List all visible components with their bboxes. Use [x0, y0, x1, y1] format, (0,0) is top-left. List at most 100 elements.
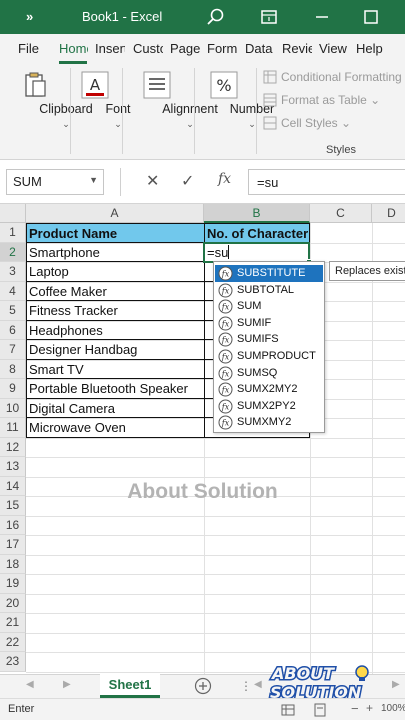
table-cell-product[interactable]: Portable Bluetooth Speaker	[26, 379, 205, 399]
page-layout-icon[interactable]	[313, 703, 327, 717]
active-cell-b2[interactable]: =su	[203, 242, 312, 265]
column-header-a[interactable]: A	[26, 204, 204, 223]
row-header-3[interactable]: 3	[0, 262, 26, 282]
quick-access-more[interactable]: »	[26, 9, 33, 24]
cancel-button[interactable]: ✕	[146, 171, 159, 191]
table-cell-product[interactable]: Smartphone	[26, 242, 205, 262]
minimize-icon[interactable]	[309, 4, 335, 30]
font-group[interactable]: A Font ⌄	[72, 64, 131, 160]
row-header-11[interactable]: 11	[0, 418, 26, 438]
row-header-4[interactable]: 4	[0, 281, 26, 301]
autocomplete-item[interactable]: fx SUMSQ	[215, 365, 323, 382]
clipboard-group[interactable]: Clipboard ⌄	[4, 64, 93, 160]
row-header-21[interactable]: 21	[0, 613, 26, 633]
autocomplete-item[interactable]: fx SUMX2MY2	[215, 381, 323, 398]
gridline-horizontal	[26, 535, 405, 536]
gridline-horizontal	[26, 476, 405, 478]
zoom-level[interactable]: 100%	[381, 703, 405, 714]
tab-page-layout[interactable]: Page	[170, 41, 200, 56]
table-cell-product[interactable]: Laptop	[26, 262, 205, 282]
row-header-2[interactable]: 2	[0, 242, 26, 262]
maximize-icon[interactable]	[358, 4, 384, 30]
spreadsheet-grid[interactable]: A B C D 1 2 3 4 5 6 7 8 9 10 11 12 13 14 15 16 17 18 19 20 2…	[0, 204, 405, 674]
scroll-left-icon[interactable]: ◀	[26, 679, 34, 690]
function-icon: fx	[218, 382, 233, 397]
header-no-of-character[interactable]: No. of Character	[204, 223, 310, 243]
svg-text:fx: fx	[221, 286, 230, 295]
table-cell-product[interactable]: Designer Handbag	[26, 340, 205, 360]
tab-file[interactable]: File	[18, 41, 48, 56]
row-header-12[interactable]: 12	[0, 437, 26, 457]
search-icon[interactable]	[203, 4, 229, 30]
chevron-down-icon[interactable]: ▼	[89, 175, 98, 185]
formula-input[interactable]: =su	[248, 169, 405, 195]
zoom-in-icon[interactable]: +	[366, 701, 373, 715]
horizontal-scroll-left-icon[interactable]: ◀	[254, 679, 262, 690]
tab-help[interactable]: Help	[356, 41, 386, 56]
row-header-18[interactable]: 18	[0, 554, 26, 574]
row-header-8[interactable]: 8	[0, 359, 26, 379]
ribbon: Clipboard ⌄ A Font ⌄ Alignment ⌄ % Numbe…	[0, 64, 405, 160]
tab-view[interactable]: View	[319, 41, 349, 56]
tab-formulas[interactable]: Form	[207, 41, 239, 56]
table-cell-product[interactable]: Smart TV	[26, 359, 205, 379]
scroll-right-icon[interactable]: ▶	[63, 679, 71, 690]
cell-styles-button[interactable]: Cell Styles ⌄	[263, 116, 351, 130]
row-header-19[interactable]: 19	[0, 574, 26, 594]
horizontal-scroll-right-icon[interactable]: ▶	[392, 679, 400, 690]
add-sheet-icon[interactable]	[194, 677, 212, 695]
autocomplete-item[interactable]: fx SUMXMY2	[215, 414, 323, 431]
row-header-13[interactable]: 13	[0, 457, 26, 477]
row-header-10[interactable]: 10	[0, 398, 26, 418]
row-header-20[interactable]: 20	[0, 593, 26, 613]
row-header-16[interactable]: 16	[0, 515, 26, 535]
autocomplete-item[interactable]: fx SUMIFS	[215, 331, 323, 348]
format-as-table-button[interactable]: Format as Table ⌄	[263, 93, 380, 107]
table-cell-product[interactable]: Headphones	[26, 320, 205, 340]
cell-styles-icon	[263, 116, 277, 130]
autocomplete-item[interactable]: fx SUBTOTAL	[215, 282, 323, 299]
lightbulb-icon	[355, 665, 369, 679]
insert-function-button[interactable]: fx	[218, 171, 231, 187]
tab-home[interactable]: Home	[59, 41, 88, 56]
tab-data[interactable]: Data	[245, 41, 275, 56]
autocomplete-item[interactable]: fx SUMX2PY2	[215, 398, 323, 415]
table-cell-product[interactable]: Fitness Tracker	[26, 301, 205, 321]
row-header-23[interactable]: 23	[0, 652, 26, 672]
table-cell-product[interactable]: Microwave Oven	[26, 418, 205, 438]
conditional-formatting-button[interactable]: Conditional Formatting	[263, 70, 402, 84]
ribbon-display-icon[interactable]	[256, 4, 282, 30]
row-header-1[interactable]: 1	[0, 223, 26, 243]
select-all-corner[interactable]	[0, 204, 26, 223]
row-header-5[interactable]: 5	[0, 301, 26, 321]
autocomplete-item[interactable]: fx SUMPRODUCT	[215, 348, 323, 365]
font-icon: A	[81, 71, 109, 99]
function-autocomplete[interactable]: fx SUBSTITUTE fx SUBTOTAL fx SUM fx SUMIF fx SUMI…	[213, 261, 325, 433]
number-group[interactable]: % Number ⌄	[196, 64, 274, 160]
table-cell-product[interactable]: Digital Camera	[26, 398, 205, 418]
column-header-c[interactable]: C	[310, 204, 372, 223]
sheet-tab-sheet1[interactable]: Sheet1	[100, 674, 160, 698]
header-product-name[interactable]: Product Name	[26, 223, 205, 243]
row-header-7[interactable]: 7	[0, 340, 26, 360]
row-header-6[interactable]: 6	[0, 320, 26, 340]
autocomplete-item[interactable]: fx SUM	[215, 298, 323, 315]
autocomplete-item[interactable]: fx SUBSTITUTE	[215, 265, 323, 282]
name-box[interactable]: SUM ▼	[6, 169, 104, 195]
row-header-9[interactable]: 9	[0, 379, 26, 399]
row-header-22[interactable]: 22	[0, 632, 26, 652]
row-header-17[interactable]: 17	[0, 535, 26, 555]
column-header-b[interactable]: B	[204, 204, 310, 223]
enter-button[interactable]: ✓	[181, 171, 194, 191]
normal-view-icon[interactable]	[281, 703, 295, 717]
tab-custom[interactable]: Custom	[133, 41, 163, 56]
autocomplete-item[interactable]: fx SUMIF	[215, 315, 323, 332]
svg-text:fx: fx	[221, 419, 230, 428]
alignment-group[interactable]: Alignment ⌄	[124, 64, 218, 160]
zoom-out-icon[interactable]: −	[351, 701, 359, 716]
tab-review[interactable]: Review	[282, 41, 312, 56]
tab-insert[interactable]: Insert	[95, 41, 125, 56]
column-header-d[interactable]: D	[372, 204, 405, 223]
more-options-icon[interactable]: ⋮	[240, 679, 252, 693]
table-cell-product[interactable]: Coffee Maker	[26, 281, 205, 301]
